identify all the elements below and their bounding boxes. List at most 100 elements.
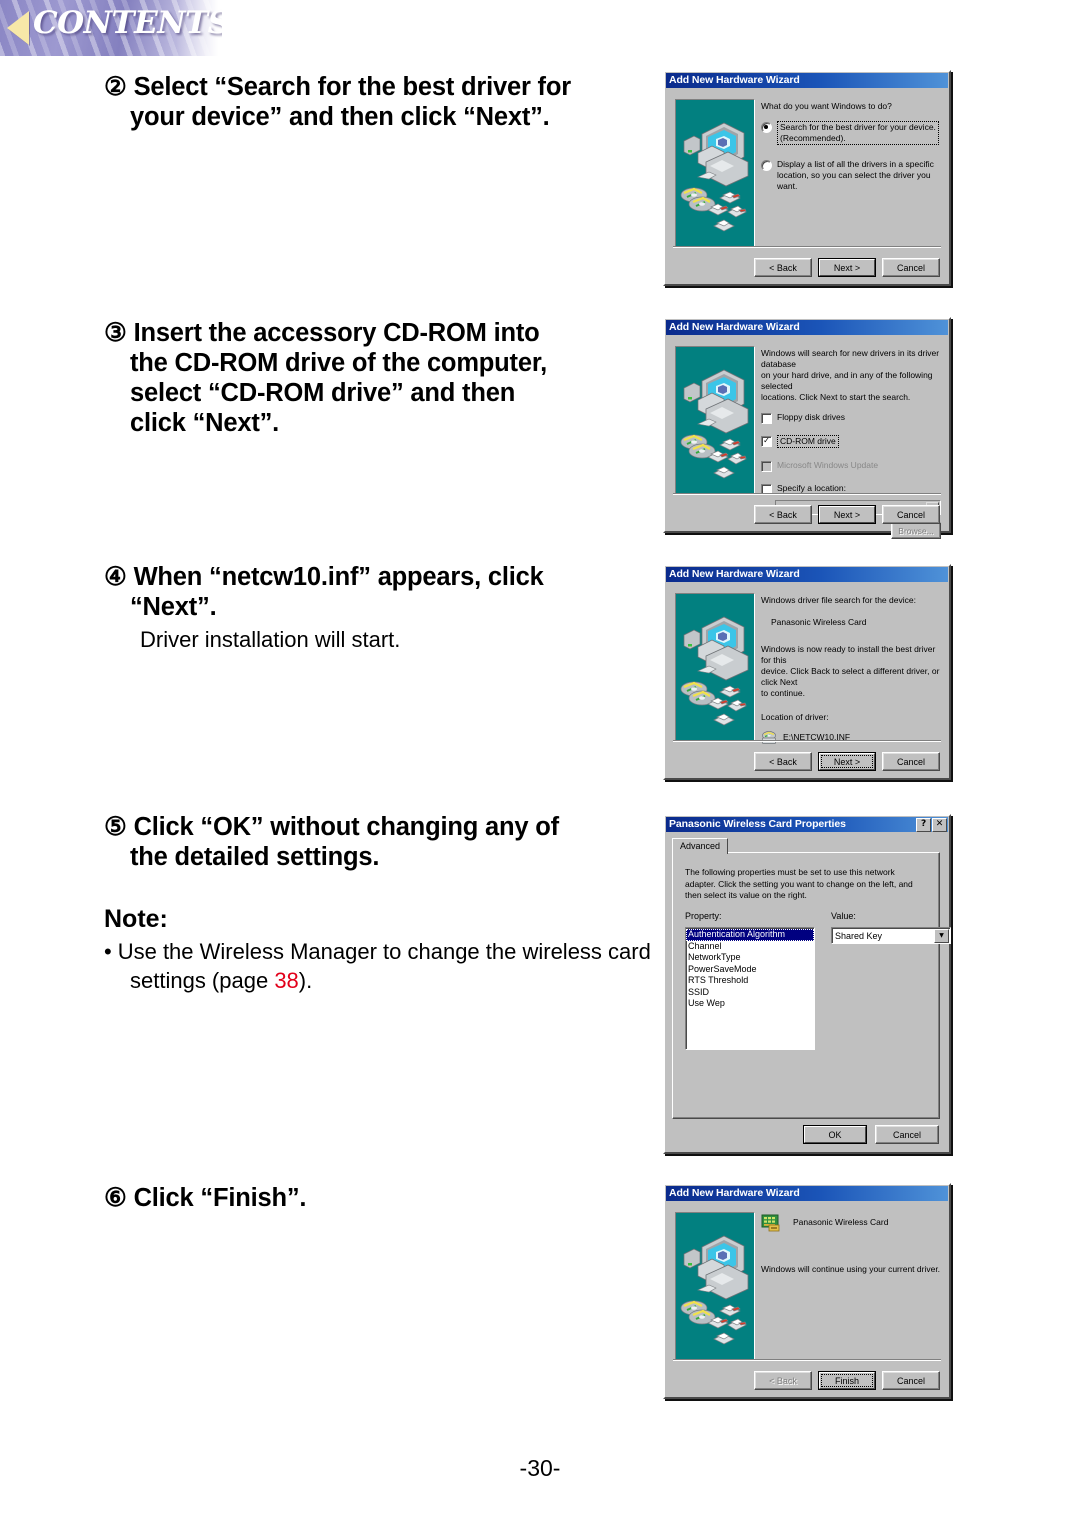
checkbox-row-windows-update: Microsoft Windows Update [761, 460, 941, 472]
checkbox-floppy-disk-drives[interactable] [761, 413, 772, 424]
property-listbox[interactable]: Authentication Algorithm Channel Network… [685, 927, 815, 1050]
value-combobox-selected: Shared Key [835, 930, 883, 941]
option-2-line-2: location, so you can select the driver y… [777, 170, 931, 191]
radio-search-best-driver[interactable] [761, 122, 772, 133]
wizard-1-buttons: < Back Next > Cancel [754, 258, 940, 277]
titlebar-wizard-2-text: Add New Hardware Wizard [669, 321, 800, 333]
finish-button[interactable]: Finish [818, 1371, 876, 1390]
note-title: Note: [104, 905, 168, 933]
list-item[interactable]: Use Wep [686, 998, 814, 1010]
note-text-before: Use the Wireless Manager to change the w… [117, 939, 651, 993]
properties-buttons: OK Cancel [803, 1125, 939, 1144]
next-button-3-label: Next > [819, 753, 875, 770]
cancel-button-properties[interactable]: Cancel [875, 1125, 939, 1144]
list-item[interactable]: Channel [686, 941, 814, 953]
back-button-4: < Back [754, 1371, 812, 1390]
checkbox-cd-rom-drive-label: CD-ROM drive [777, 435, 839, 448]
back-arrow-icon[interactable] [7, 11, 29, 45]
ok-button-label: OK [804, 1126, 866, 1143]
checkbox-floppy-disk-drives-label: Floppy disk drives [777, 412, 846, 422]
titlebar-properties-buttons: ? ✕ [916, 817, 948, 832]
next-button-3[interactable]: Next > [818, 752, 876, 771]
browse-button: Browse... [891, 522, 941, 539]
step-2-line-2: your device” and then click “Next”. [130, 103, 550, 131]
step-5-line-1: Click “OK” without changing any of [133, 813, 559, 841]
ok-button[interactable]: OK [803, 1125, 867, 1144]
back-button-2[interactable]: < Back [754, 505, 812, 524]
list-item[interactable]: RTS Threshold [686, 975, 814, 987]
step-3-line-2: the CD-ROM drive of the computer, [130, 349, 548, 377]
value-combobox[interactable]: Shared Key ▼ [831, 927, 951, 944]
properties-description-line-2: adapter. Click the setting you want to c… [685, 878, 913, 889]
checkbox-row-floppy[interactable]: Floppy disk drives [761, 412, 941, 424]
value-label: Value: [831, 911, 856, 921]
tab-advanced[interactable]: Advanced [672, 838, 729, 854]
list-item[interactable]: NetworkType [686, 952, 814, 964]
next-button-2[interactable]: Next > [818, 505, 876, 524]
step-2-heading: ② Select “Search for the best driver for… [104, 72, 652, 132]
wizard-1-option-display-list[interactable]: Display a list of all the drivers in a s… [761, 159, 941, 192]
option-1-line-1: Search for the best driver for your devi… [780, 122, 936, 132]
chevron-down-icon[interactable]: ▼ [934, 929, 949, 943]
titlebar-wizard-2[interactable]: Add New Hardware Wizard [666, 320, 948, 335]
computer-cds-floppies-illustration [676, 594, 754, 740]
step-2: ② Select “Search for the best driver for… [104, 72, 652, 132]
cancel-button-4[interactable]: Cancel [882, 1371, 940, 1390]
step-6-line-1: Click “Finish”. [133, 1184, 307, 1212]
dialog-add-new-hardware-wizard-1[interactable]: Add New Hardware Wizard What do you want… [663, 70, 951, 286]
note-block: Note: • Use the Wireless Manager to chang… [104, 905, 652, 995]
wizard-1-option-search[interactable]: Search for the best driver for your devi… [761, 121, 941, 145]
step-3: ③ Insert the accessory CD-ROM into the C… [104, 318, 652, 438]
radio-display-driver-list[interactable] [761, 160, 772, 171]
page-number: -30- [519, 1455, 561, 1481]
wizard-3-separator [673, 740, 941, 742]
checkbox-cd-rom-drive[interactable]: ✓ [761, 436, 772, 447]
checkbox-row-cdrom[interactable]: ✓ CD-ROM drive [761, 435, 941, 448]
note-page-reference[interactable]: 38 [274, 968, 298, 993]
titlebar-properties[interactable]: Panasonic Wireless Card Properties ? ✕ [666, 817, 948, 832]
wizard-3-ready-message: Windows is now ready to install the best… [761, 644, 941, 699]
dialog-add-new-hardware-wizard-2[interactable]: Add New Hardware Wizard Windows will sea… [663, 317, 951, 539]
list-item[interactable]: Authentication Algorithm [686, 929, 814, 941]
list-item[interactable]: PowerSaveMode [686, 964, 814, 976]
instruction-column: ② Select “Search for the best driver for… [0, 0, 660, 1529]
wizard-2-prompt-line-1: Windows will search for new drivers in i… [761, 348, 940, 369]
wizard-3-content: Windows driver file search for the devic… [761, 595, 941, 745]
properties-description-line-3: then select its value on the right. [685, 890, 807, 900]
properties-description-line-1: The following properties must be set to … [685, 867, 895, 877]
step-2-line-1: Select “Search for the best driver for [133, 73, 572, 101]
step-4-line-1: When “netcw10.inf” appears, click [133, 563, 544, 591]
computer-cds-floppies-illustration [676, 1213, 754, 1359]
step-6-heading: ⑥ Click “Finish”. [104, 1183, 652, 1213]
titlebar-wizard-1[interactable]: Add New Hardware Wizard [666, 73, 948, 88]
dialog-add-new-hardware-wizard-3[interactable]: Add New Hardware Wizard Windows driver f… [663, 564, 951, 780]
properties-description: The following properties must be set to … [685, 867, 927, 902]
step-3-line-1: Insert the accessory CD-ROM into [133, 319, 540, 347]
computer-illustration [675, 593, 755, 741]
browse-button-row: Browse... [761, 522, 941, 539]
wizard-3-ready-line-2: device. Click Back to select a different… [761, 666, 940, 687]
list-item[interactable]: SSID [686, 987, 814, 999]
titlebar-wizard-3[interactable]: Add New Hardware Wizard [666, 567, 948, 582]
note-text-after: ). [298, 968, 313, 993]
back-button-3[interactable]: < Back [754, 752, 812, 771]
close-icon[interactable]: ✕ [932, 817, 947, 832]
wizard-3-device-name: Panasonic Wireless Card [771, 617, 867, 627]
step-6-marker: ⑥ [104, 1184, 127, 1212]
back-button-1[interactable]: < Back [754, 258, 812, 277]
step-3-marker: ③ [104, 319, 127, 347]
next-button-1[interactable]: Next > [818, 258, 876, 277]
help-icon[interactable]: ? [916, 817, 931, 832]
wizard-1-separator [673, 246, 941, 248]
cancel-button-1[interactable]: Cancel [882, 258, 940, 277]
cancel-button-2[interactable]: Cancel [882, 505, 940, 524]
finish-button-label: Finish [819, 1372, 875, 1389]
cancel-button-3[interactable]: Cancel [882, 752, 940, 771]
dialog-add-new-hardware-wizard-4[interactable]: Add New Hardware Wizard Panasonic Wirele… [663, 1183, 951, 1399]
dialog-panasonic-wireless-card-properties[interactable]: Panasonic Wireless Card Properties ? ✕ A… [663, 814, 951, 1154]
titlebar-wizard-4[interactable]: Add New Hardware Wizard [666, 1186, 948, 1201]
wizard-4-device-row: Panasonic Wireless Card [761, 1214, 941, 1232]
step-2-marker: ② [104, 73, 127, 101]
wizard-4-separator [673, 1359, 941, 1361]
step-5-heading: ⑤ Click “OK” without changing any of the… [104, 812, 652, 872]
